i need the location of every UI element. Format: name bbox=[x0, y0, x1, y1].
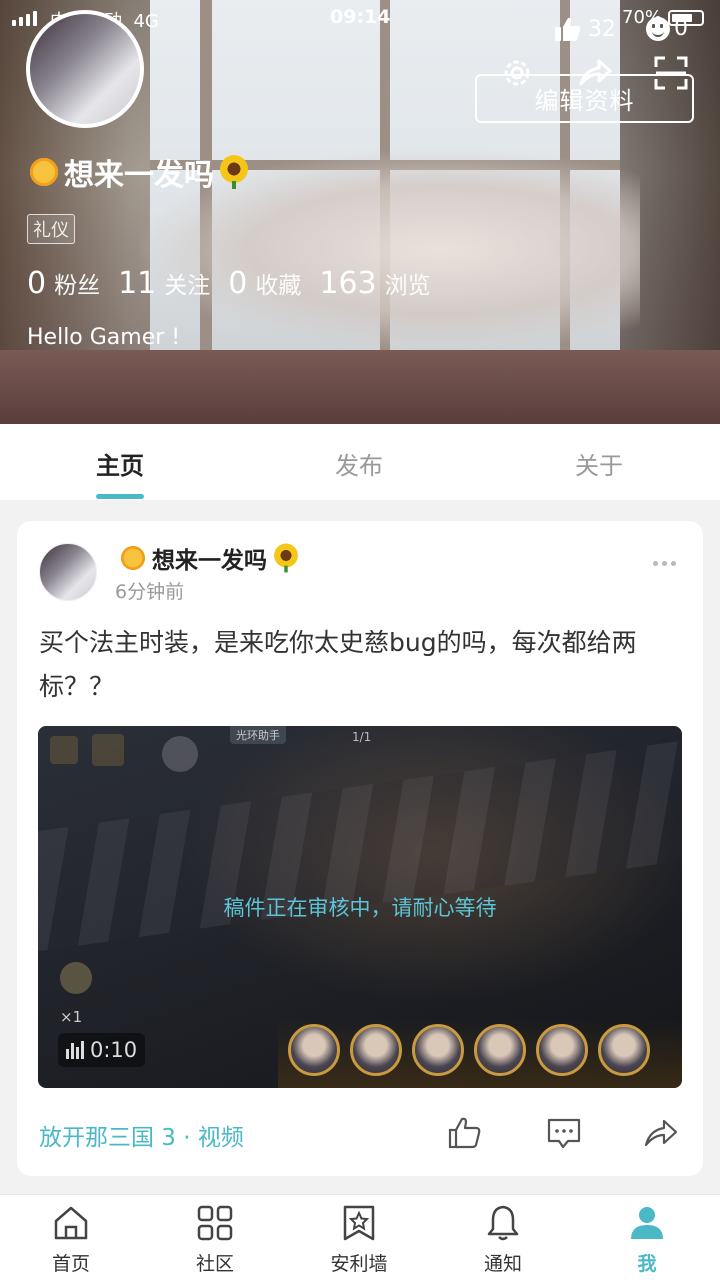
status-time: 09:14 bbox=[330, 6, 391, 28]
profile-nickname: 想来一发吗 bbox=[28, 150, 250, 194]
user-icon bbox=[631, 1207, 663, 1239]
profile-avatar[interactable] bbox=[26, 10, 144, 128]
hero-portraits bbox=[278, 1018, 682, 1088]
nav-item-recommend-wall[interactable]: 安利墙 bbox=[304, 1203, 414, 1276]
video-duration-badge: 0:10 bbox=[58, 1033, 146, 1067]
fans-count[interactable]: 0 bbox=[27, 266, 46, 301]
nav-label-community: 社区 bbox=[195, 1253, 234, 1275]
nav-label-notifications: 通知 bbox=[483, 1253, 522, 1275]
post-author-avatar[interactable] bbox=[39, 543, 97, 601]
game-round-button-icon bbox=[162, 736, 198, 772]
nav-label-me: 我 bbox=[637, 1253, 657, 1275]
sun-emoji-icon bbox=[119, 544, 147, 572]
home-icon bbox=[54, 1206, 88, 1240]
tab-about[interactable]: 关于 bbox=[539, 446, 659, 481]
nav-item-notifications[interactable]: 通知 bbox=[448, 1203, 558, 1276]
favorites-count[interactable]: 0 bbox=[228, 266, 247, 301]
profile-smile-counter[interactable]: 0 bbox=[646, 16, 688, 41]
sun-emoji-icon bbox=[28, 156, 60, 188]
star-bookmark-icon bbox=[343, 1205, 375, 1241]
share-icon[interactable] bbox=[643, 1115, 679, 1151]
hero-portrait bbox=[474, 1024, 526, 1076]
profile-like-counter[interactable]: 32 bbox=[554, 16, 616, 42]
sunflower-emoji-icon bbox=[218, 155, 250, 189]
profile-header: 中国移动 4G 09:14 70% 32 0 编辑资料 想来一发吗 礼仪 0 bbox=[0, 0, 720, 424]
hero-portrait bbox=[536, 1024, 588, 1076]
nickname-text: 想来一发吗 bbox=[64, 158, 214, 193]
post-text[interactable]: 买个法主时装，是来吃你太史慈bug的吗，每次都给两标？？ bbox=[39, 621, 679, 709]
post-video[interactable]: 光环助手 1/1 ×1 稿件正在审核中，请耐心等待 0:10 bbox=[38, 726, 682, 1088]
video-overlay-speed: ×1 bbox=[60, 1008, 83, 1026]
like-count: 32 bbox=[588, 16, 616, 42]
favorites-label[interactable]: 收藏 bbox=[255, 266, 301, 300]
post-card[interactable]: 想来一发吗 6分钟前 买个法主时装，是来吃你太史慈bug的吗，每次都给两标？？ … bbox=[17, 521, 703, 1176]
tab-home[interactable]: 主页 bbox=[60, 446, 180, 481]
nav-item-home[interactable]: 首页 bbox=[16, 1203, 126, 1276]
sunflower-emoji-icon bbox=[272, 543, 299, 573]
bottom-nav: 首页 社区 安利墙 通知 我 bbox=[0, 1194, 720, 1280]
signal-icon bbox=[12, 10, 37, 26]
pause-icon bbox=[50, 736, 78, 764]
video-overlay-label: 光环助手 bbox=[230, 726, 286, 744]
video-overlay-counter: 1/1 bbox=[352, 730, 372, 744]
tab-posts[interactable]: 发布 bbox=[299, 446, 419, 481]
grid-icon bbox=[197, 1205, 233, 1241]
profile-bio: Hello Gamer ! bbox=[27, 325, 181, 350]
views-label: 浏览 bbox=[384, 273, 431, 299]
active-tab-indicator bbox=[96, 494, 144, 499]
hero-portrait bbox=[288, 1024, 340, 1076]
hero-portrait bbox=[412, 1024, 464, 1076]
nav-label-home: 首页 bbox=[51, 1253, 90, 1275]
bell-icon bbox=[487, 1205, 519, 1241]
nav-item-community[interactable]: 社区 bbox=[160, 1203, 270, 1276]
like-icon[interactable] bbox=[447, 1115, 483, 1151]
comment-icon[interactable] bbox=[546, 1115, 582, 1151]
post-author-name: 想来一发吗 bbox=[152, 548, 267, 574]
thumbs-up-icon bbox=[555, 17, 581, 41]
video-bars-icon bbox=[66, 1041, 84, 1059]
edit-profile-button[interactable]: 编辑资料 bbox=[475, 74, 694, 123]
game-settings-icon bbox=[92, 734, 124, 766]
header-photo-ledge bbox=[0, 350, 720, 424]
smile-icon bbox=[646, 16, 670, 41]
views-count: 163 bbox=[319, 266, 377, 301]
following-label[interactable]: 关注 bbox=[164, 266, 210, 300]
hero-portrait bbox=[598, 1024, 650, 1076]
review-status-text: 稿件正在审核中，请耐心等待 bbox=[223, 896, 497, 920]
post-topic-link[interactable]: 放开那三国 3 · 视频 bbox=[39, 1118, 244, 1152]
nav-item-me[interactable]: 我 bbox=[592, 1203, 702, 1276]
more-options-icon[interactable] bbox=[653, 561, 676, 566]
post-author[interactable]: 想来一发吗 bbox=[117, 541, 302, 575]
smile-count: 0 bbox=[674, 16, 688, 41]
profile-stats: 0 粉丝 11 关注 0 收藏 163 浏览 bbox=[27, 266, 449, 301]
video-duration: 0:10 bbox=[90, 1038, 138, 1062]
nav-label-recommend-wall: 安利墙 bbox=[330, 1253, 388, 1275]
profile-tabs: 主页 发布 关于 bbox=[0, 424, 720, 500]
post-time: 6分钟前 bbox=[115, 581, 185, 603]
chat-bubble-icon bbox=[60, 962, 92, 994]
fans-label[interactable]: 粉丝 bbox=[54, 266, 100, 300]
profile-tag: 礼仪 bbox=[27, 214, 75, 244]
hero-portrait bbox=[350, 1024, 402, 1076]
following-count[interactable]: 11 bbox=[118, 266, 156, 301]
